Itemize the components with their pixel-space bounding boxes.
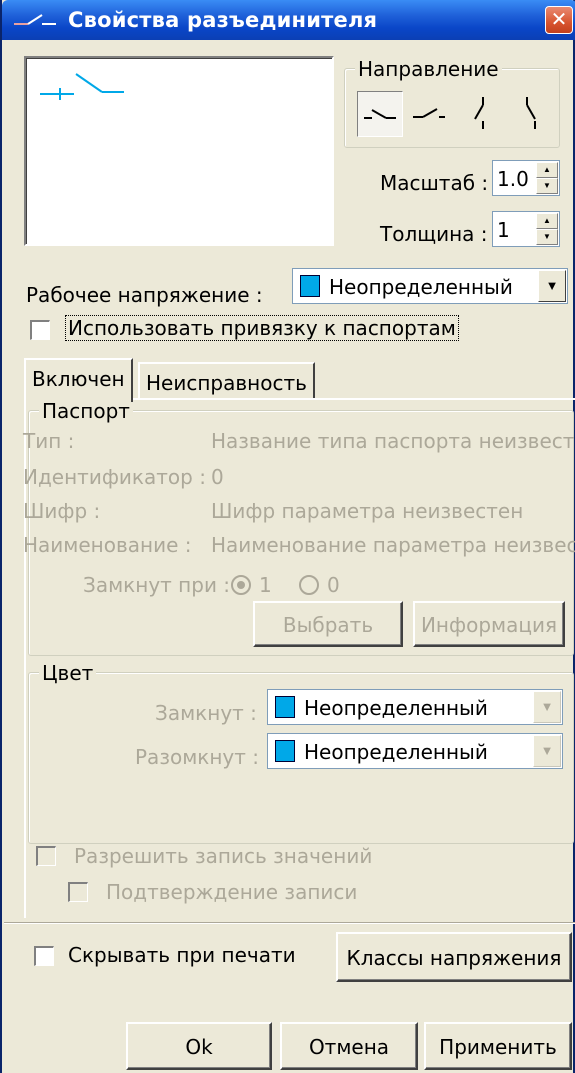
closed-color-value: Неопределенный [304, 696, 488, 720]
chevron-down-icon[interactable]: ▼ [538, 270, 566, 302]
allow-write-checkbox[interactable] [36, 846, 56, 866]
disconnector-symbol-preview [40, 73, 124, 100]
open-color-select[interactable]: Неопределенный ▼ [267, 733, 563, 769]
symbol-preview [24, 56, 334, 246]
voltage-select[interactable]: Неопределенный ▼ [292, 268, 568, 304]
hide-on-print-checkbox[interactable] [34, 946, 54, 966]
hide-on-print-label: Скрывать при печати [68, 943, 296, 967]
direction-down-button[interactable] [507, 91, 553, 137]
passport-title: Паспорт [39, 399, 133, 423]
voltage-label: Рабочее напряжение : [26, 283, 263, 307]
color-title: Цвет [39, 661, 97, 685]
direction-right-button[interactable] [357, 91, 403, 137]
scale-label: Масштаб : [380, 171, 489, 195]
passport-info-button[interactable]: Информация [413, 601, 565, 647]
closed-color-swatch [275, 696, 295, 718]
voltage-value: Неопределенный [329, 275, 513, 299]
title-bar[interactable]: Свойства разъединителя ✕ [2, 0, 575, 40]
direction-up-icon [474, 97, 484, 129]
tab-enabled-label: Включен [32, 367, 125, 391]
open-color-label: Разомкнут : [135, 745, 260, 769]
separator [4, 922, 575, 924]
tab-fault[interactable]: Неисправность [138, 362, 315, 400]
apply-button[interactable]: Применить [424, 1022, 572, 1070]
scale-value: 1.0 [497, 167, 529, 191]
disconnector-icon [14, 14, 56, 25]
properties-dialog: Свойства разъединителя ✕ Направление Мас… [0, 0, 575, 1073]
voltage-color-swatch [300, 275, 320, 297]
close-button[interactable]: ✕ [545, 6, 573, 34]
direction-left-button[interactable] [407, 91, 453, 137]
open-color-swatch [275, 740, 295, 762]
passport-id-key: Идентификатор : [23, 465, 206, 489]
direction-left-icon [413, 108, 445, 118]
closed-at-label: Замкнут при : [83, 573, 231, 597]
passport-name-key: Наименование : [23, 533, 192, 557]
passport-group: Паспорт Тип : Название типа паспорта неи… [23, 399, 575, 656]
confirm-write-label: Подтверждение записи [106, 880, 358, 904]
direction-group: Направление [344, 57, 560, 148]
closed-color-select[interactable]: Неопределенный ▼ [267, 689, 563, 725]
thickness-spinner[interactable]: 1 ▲ ▼ [492, 211, 560, 247]
passport-binding-label[interactable]: Использовать привязку к паспортам [65, 315, 459, 341]
scale-spinner[interactable]: 1.0 ▲ ▼ [492, 160, 560, 196]
voltage-classes-button[interactable]: Классы напряжения [336, 932, 572, 982]
select-passport-button[interactable]: Выбрать [253, 601, 403, 647]
chevron-down-icon[interactable]: ▼ [533, 691, 561, 723]
passport-binding-checkbox[interactable] [30, 320, 50, 340]
scale-down-arrow-icon[interactable]: ▼ [536, 178, 558, 194]
allow-write-label: Разрешить запись значений [74, 844, 373, 868]
direction-up-button[interactable] [457, 91, 503, 137]
thickness-label: Толщина : [380, 222, 488, 246]
passport-code-value: Шифр параметра неизвестен [211, 499, 524, 523]
chevron-down-icon[interactable]: ▼ [533, 735, 561, 767]
cancel-button[interactable]: Отмена [280, 1022, 418, 1070]
passport-code-key: Шифр : [23, 499, 101, 523]
passport-type-key: Тип : [23, 429, 75, 453]
thickness-value: 1 [497, 218, 510, 242]
confirm-write-checkbox[interactable] [68, 882, 88, 902]
direction-title: Направление [355, 57, 502, 81]
direction-right-icon [364, 109, 396, 119]
tab-fault-label: Неисправность [146, 371, 307, 395]
close-icon: ✕ [550, 9, 568, 31]
closed-at-1-label: 1 [259, 573, 272, 597]
scale-up-arrow-icon[interactable]: ▲ [536, 162, 558, 178]
ok-button[interactable]: Ok [126, 1022, 272, 1070]
closed-at-0-radio[interactable] [299, 575, 319, 595]
passport-name-value: Наименование параметра неизвес [211, 533, 575, 557]
thickness-up-arrow-icon[interactable]: ▲ [536, 213, 558, 229]
closed-color-label: Замкнут : [155, 701, 257, 725]
tab-enabled[interactable]: Включен [24, 358, 133, 402]
open-color-value: Неопределенный [304, 740, 488, 764]
passport-id-value: 0 [211, 465, 224, 489]
closed-at-0-label: 0 [327, 573, 340, 597]
window-title: Свойства разъединителя [68, 8, 378, 32]
thickness-down-arrow-icon[interactable]: ▼ [536, 229, 558, 245]
closed-at-1-radio[interactable] [231, 575, 251, 595]
color-group: Цвет Замкнут : Неопределенный ▼ Разомкну… [28, 661, 574, 844]
tab-panel: Паспорт Тип : Название типа паспорта неи… [23, 398, 575, 918]
passport-type-value: Название типа паспорта неизвестн [211, 429, 575, 453]
direction-down-icon [526, 97, 536, 129]
